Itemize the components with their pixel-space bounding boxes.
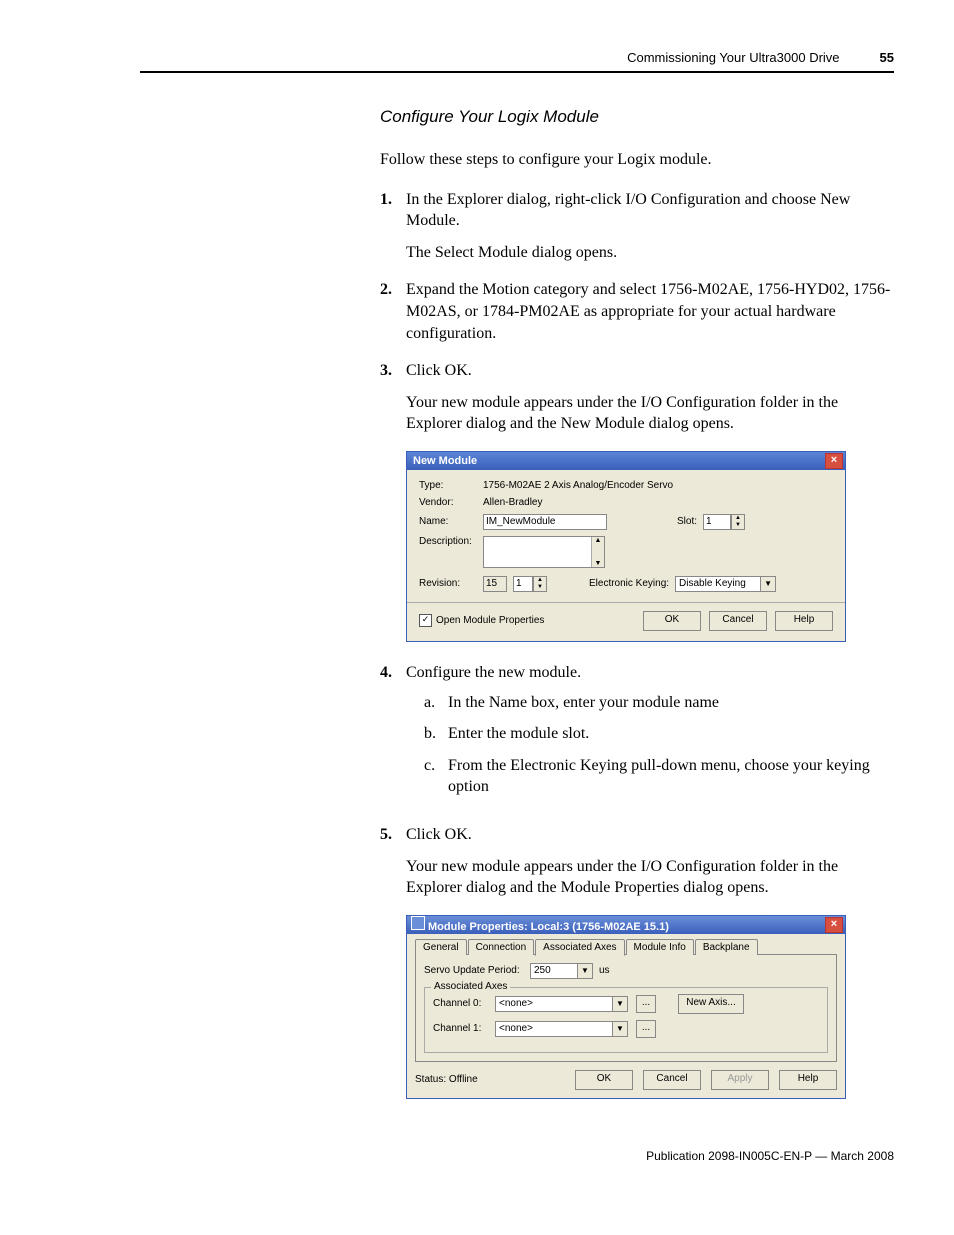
running-head: Commissioning Your Ultra3000 Drive [627,50,839,65]
slot-label: Slot: [677,516,697,527]
dialog-title: New Module [413,455,477,467]
help-button[interactable]: Help [775,611,833,631]
step-after: Your new module appears under the I/O Co… [406,856,894,899]
ok-button[interactable]: OK [575,1070,633,1090]
intro-paragraph: Follow these steps to configure your Log… [380,149,894,171]
type-value: 1756-M02AE 2 Axis Analog/Encoder Servo [483,480,673,491]
sub-letter: c. [424,755,448,798]
dialog-title: Module Properties: Local:3 (1756-M02AE 1… [428,921,669,933]
ch0-label: Channel 0: [433,998,489,1009]
tab-connection[interactable]: Connection [468,939,535,955]
sub-letter: b. [424,723,448,745]
chevron-down-icon[interactable]: ▼ [612,1022,627,1036]
dialog-titlebar[interactable]: Module Properties: Local:3 (1756-M02AE 1… [407,916,845,934]
help-button[interactable]: Help [779,1070,837,1090]
open-props-checkbox[interactable]: ✓ [419,614,432,627]
ek-label: Electronic Keying: [589,578,669,589]
step-after: Your new module appears under the I/O Co… [406,392,894,435]
chevron-down-icon[interactable]: ▼ [534,584,546,591]
module-properties-dialog: Module Properties: Local:3 (1756-M02AE 1… [406,915,846,1099]
step-text: Expand the Motion category and select 17… [406,279,894,344]
desc-label: Description: [419,536,477,547]
servo-unit: us [599,965,610,976]
new-module-dialog: New Module × Type: 1756-M02AE 2 Axis Ana… [406,451,846,642]
chevron-up-icon[interactable]: ▲ [534,577,546,584]
ch1-ellipsis-button[interactable]: ... [636,1020,656,1038]
tab-backplane[interactable]: Backplane [695,939,758,955]
slot-value[interactable]: 1 [703,514,731,530]
section-heading: Configure Your Logix Module [380,107,894,127]
scroll-down-icon[interactable]: ▼ [592,560,604,567]
step-number: 2. [380,279,406,344]
ek-value: Disable Keying [676,578,760,589]
cancel-button[interactable]: Cancel [709,611,767,631]
ch1-label: Channel 1: [433,1023,489,1034]
step-text: Configure the new module. [406,664,581,681]
status-value: Offline [449,1074,478,1085]
dialog-titlebar[interactable]: New Module × [407,452,845,470]
page-header: Commissioning Your Ultra3000 Drive 55 [140,50,894,73]
scroll-up-icon[interactable]: ▲ [592,537,604,544]
tab-strip: General Connection Associated Axes Modul… [415,939,837,955]
sub-letter: a. [424,692,448,714]
sub-text: In the Name box, enter your module name [448,692,719,714]
new-axis-button[interactable]: New Axis... [678,994,744,1014]
step-after: The Select Module dialog opens. [406,242,894,264]
step-number: 1. [380,189,406,264]
name-input[interactable]: IM_NewModule [483,514,607,530]
ch0-select[interactable]: <none> ▼ [495,996,628,1012]
ok-button[interactable]: OK [643,611,701,631]
description-textarea[interactable]: ▲▼ [483,536,605,568]
chevron-down-icon[interactable]: ▼ [732,522,744,529]
publication-footer: Publication 2098-IN005C-EN-P — March 200… [140,1149,894,1163]
status-label: Status: [415,1074,446,1085]
step-text: Click OK. [406,362,472,379]
ek-select[interactable]: Disable Keying ▼ [675,576,776,592]
tab-general[interactable]: General [415,939,467,955]
type-label: Type: [419,480,477,491]
page-number: 55 [880,50,894,65]
close-icon[interactable]: × [825,917,843,933]
chevron-down-icon[interactable]: ▼ [612,997,627,1011]
group-title: Associated Axes [431,981,510,992]
servo-period-value: 250 [531,965,577,976]
slot-stepper[interactable]: 1 ▲▼ [703,514,745,530]
revision-label: Revision: [419,578,477,589]
tab-associated-axes[interactable]: Associated Axes [535,939,624,956]
ch1-value: <none> [496,1023,612,1034]
vendor-label: Vendor: [419,497,477,508]
step-number: 3. [380,360,406,435]
rev-minor-stepper[interactable]: 1 ▲▼ [513,576,547,592]
open-props-label: Open Module Properties [436,615,544,626]
step-text: Click OK. [406,826,472,843]
window-icon [411,916,425,930]
step-text: In the Explorer dialog, right-click I/O … [406,191,850,230]
step-number: 5. [380,824,406,899]
ch0-ellipsis-button[interactable]: ... [636,995,656,1013]
chevron-up-icon[interactable]: ▲ [732,515,744,522]
ch1-select[interactable]: <none> ▼ [495,1021,628,1037]
rev-minor-value[interactable]: 1 [513,576,533,592]
vendor-value: Allen-Bradley [483,497,542,508]
ch0-value: <none> [496,998,612,1009]
cancel-button[interactable]: Cancel [643,1070,701,1090]
sub-text: From the Electronic Keying pull-down men… [448,755,894,798]
servo-period-label: Servo Update Period: [424,965,524,976]
close-icon[interactable]: × [825,453,843,469]
step-number: 4. [380,662,406,808]
tab-module-info[interactable]: Module Info [626,939,694,955]
rev-major-input: 15 [483,576,507,592]
name-label: Name: [419,516,477,527]
chevron-down-icon[interactable]: ▼ [577,964,592,978]
chevron-down-icon[interactable]: ▼ [760,577,775,591]
apply-button: Apply [711,1070,769,1090]
sub-text: Enter the module slot. [448,723,589,745]
servo-period-select[interactable]: 250 ▼ [530,963,593,979]
